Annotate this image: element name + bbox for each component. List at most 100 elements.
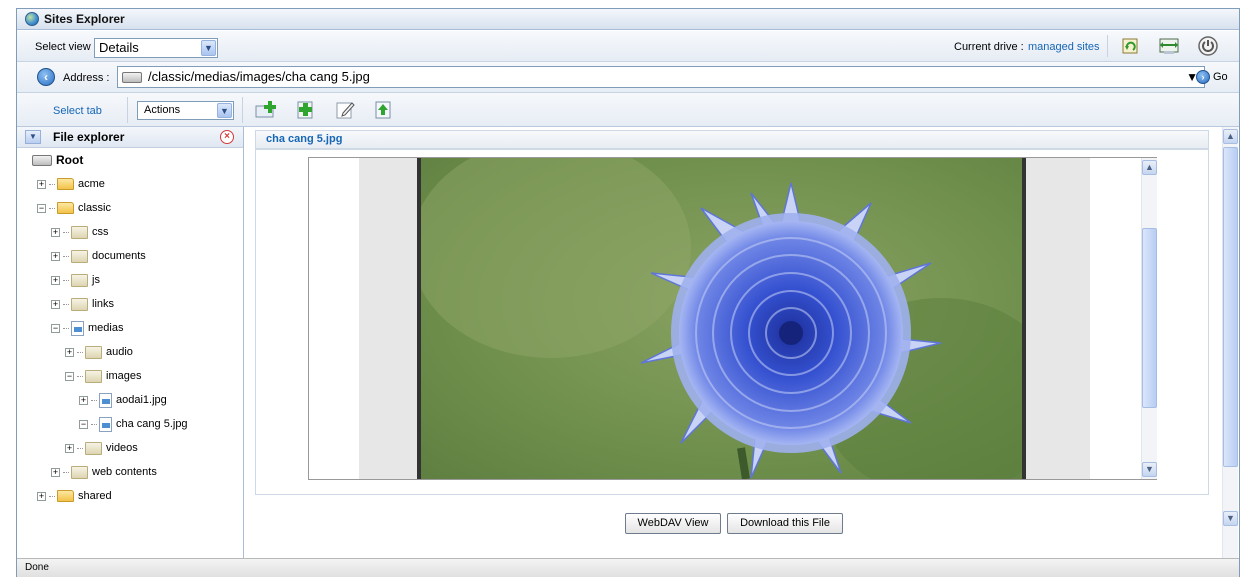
tree-connector bbox=[63, 303, 69, 305]
select-view-label: Select view bbox=[35, 41, 91, 53]
tree-item-label: acme bbox=[78, 178, 105, 190]
scroll-thumb[interactable] bbox=[1223, 147, 1238, 467]
folder-icon bbox=[57, 178, 74, 190]
special-folder-icon bbox=[71, 297, 88, 311]
expand-icon[interactable]: + bbox=[51, 467, 60, 477]
special-folder-icon bbox=[71, 465, 88, 479]
tree-item[interactable]: + css bbox=[51, 221, 109, 243]
collapse-icon[interactable]: − bbox=[65, 371, 74, 381]
preview-scrollbar[interactable]: ▲ ▼ bbox=[1141, 158, 1157, 479]
main-scrollbar[interactable]: ▲ ▼ bbox=[1222, 127, 1238, 558]
go-label: Go bbox=[1213, 71, 1228, 83]
tree-item-label: aodai1.jpg bbox=[116, 394, 167, 406]
expand-icon[interactable]: + bbox=[51, 275, 60, 285]
tree-connector bbox=[49, 183, 55, 185]
special-folder-icon bbox=[71, 225, 88, 239]
tree-item-label: css bbox=[92, 226, 109, 238]
file-explorer-title: File explorer bbox=[53, 130, 125, 144]
add-document-icon[interactable] bbox=[295, 99, 317, 121]
collapse-icon[interactable]: − bbox=[37, 203, 46, 213]
tree-item[interactable]: − cha cang 5.jpg bbox=[79, 413, 188, 435]
tree-item-label: cha cang 5.jpg bbox=[116, 418, 188, 430]
webdav-view-button[interactable]: WebDAV View bbox=[625, 513, 721, 534]
preview-margin-left bbox=[309, 158, 359, 479]
scroll-up-icon[interactable]: ▲ bbox=[1223, 129, 1238, 144]
actions-select-value: Actions bbox=[144, 104, 181, 116]
refresh-icon[interactable] bbox=[1120, 35, 1142, 57]
file-title-bar: cha cang 5.jpg bbox=[255, 130, 1209, 149]
expand-icon[interactable]: + bbox=[79, 395, 88, 405]
expand-icon[interactable]: + bbox=[65, 443, 74, 453]
chevron-down-icon[interactable]: ▼ bbox=[217, 103, 232, 118]
tree-item[interactable]: + audio bbox=[65, 341, 133, 363]
address-value: /classic/medias/images/cha cang 5.jpg bbox=[148, 69, 370, 84]
current-drive-label: Current drive : bbox=[954, 41, 1024, 53]
tree-item[interactable]: + videos bbox=[65, 437, 138, 459]
expand-icon[interactable]: + bbox=[51, 299, 60, 309]
divider bbox=[1107, 35, 1108, 57]
chevron-down-icon[interactable]: ▼ bbox=[201, 40, 216, 56]
special-folder-icon bbox=[71, 249, 88, 263]
scroll-down-icon[interactable]: ▼ bbox=[1223, 511, 1238, 526]
download-file-button[interactable]: Download this File bbox=[727, 513, 843, 534]
tree-item[interactable]: − images bbox=[65, 365, 141, 387]
tree-item[interactable]: + links bbox=[51, 293, 114, 315]
scroll-thumb[interactable] bbox=[1142, 228, 1157, 408]
actions-select[interactable]: Actions ▼ bbox=[137, 101, 234, 120]
tree-item-label: js bbox=[92, 274, 100, 286]
address-toolbar: ‹ Address : /classic/medias/images/cha c… bbox=[17, 62, 1239, 93]
scroll-down-icon[interactable]: ▼ bbox=[1142, 462, 1157, 477]
expand-icon[interactable]: + bbox=[51, 251, 60, 261]
address-label: Address : bbox=[63, 72, 110, 84]
folder-icon bbox=[57, 490, 74, 502]
tree-connector bbox=[63, 255, 69, 257]
tree-item-label: documents bbox=[92, 250, 146, 262]
collapse-icon[interactable]: − bbox=[79, 419, 88, 429]
tree-connector bbox=[49, 207, 55, 209]
collapse-icon[interactable]: − bbox=[51, 323, 60, 333]
scroll-up-icon[interactable]: ▲ bbox=[1142, 160, 1157, 175]
tree-item[interactable]: + aodai1.jpg bbox=[79, 389, 167, 411]
special-folder-icon bbox=[85, 369, 102, 383]
add-folder-icon[interactable] bbox=[255, 99, 277, 121]
action-toolbar: Select tab Actions ▼ bbox=[17, 93, 1239, 127]
tree-connector bbox=[63, 327, 69, 329]
collapse-panel-icon[interactable]: ▼ bbox=[25, 130, 41, 144]
back-button[interactable]: ‹ bbox=[37, 68, 55, 86]
drive-icon bbox=[32, 154, 52, 166]
tree-item[interactable]: + web contents bbox=[51, 461, 157, 483]
sync-icon[interactable] bbox=[1158, 35, 1180, 57]
tree-item[interactable]: + shared bbox=[37, 485, 112, 507]
tree-connector bbox=[91, 423, 97, 425]
upload-icon[interactable] bbox=[373, 99, 395, 121]
file-explorer-header: ▼ File explorer × bbox=[17, 127, 243, 148]
image-file-icon bbox=[99, 416, 112, 432]
image-preview-frame: ▲ ▼ bbox=[308, 157, 1157, 480]
view-select[interactable]: Details ▼ bbox=[94, 38, 218, 58]
expand-icon[interactable]: + bbox=[65, 347, 74, 357]
power-icon[interactable] bbox=[1197, 35, 1219, 57]
tree-item[interactable]: Root bbox=[32, 149, 83, 171]
tree-item[interactable]: − classic bbox=[37, 197, 111, 219]
flower-image bbox=[421, 158, 1022, 479]
tree-item[interactable]: − medias bbox=[51, 317, 123, 339]
tree-item-label: web contents bbox=[92, 466, 157, 478]
go-button[interactable]: › Go bbox=[1196, 70, 1228, 84]
tree-item-label: Root bbox=[56, 153, 84, 167]
expand-icon[interactable]: + bbox=[37, 179, 46, 189]
drive-icon bbox=[122, 72, 142, 83]
preview-side-left bbox=[359, 158, 417, 479]
tree-item[interactable]: + documents bbox=[51, 245, 146, 267]
select-tab-link[interactable]: Select tab bbox=[53, 105, 102, 117]
address-input[interactable]: /classic/medias/images/cha cang 5.jpg ▼ bbox=[117, 66, 1205, 88]
expand-icon[interactable]: + bbox=[51, 227, 60, 237]
content-panel: cha cang 5.jpg ▲ ▼ WebDAV View Download … bbox=[245, 127, 1222, 558]
edit-icon[interactable] bbox=[335, 99, 357, 121]
tree-item[interactable]: + js bbox=[51, 269, 100, 291]
close-icon[interactable]: × bbox=[220, 130, 234, 144]
window-title: Sites Explorer bbox=[44, 12, 125, 26]
expand-icon[interactable]: + bbox=[37, 491, 46, 501]
tree-item[interactable]: + acme bbox=[37, 173, 105, 195]
sites-explorer-window: Sites Explorer Select view Details ▼ Cur… bbox=[16, 8, 1240, 577]
current-drive-link[interactable]: managed sites bbox=[1028, 41, 1100, 53]
